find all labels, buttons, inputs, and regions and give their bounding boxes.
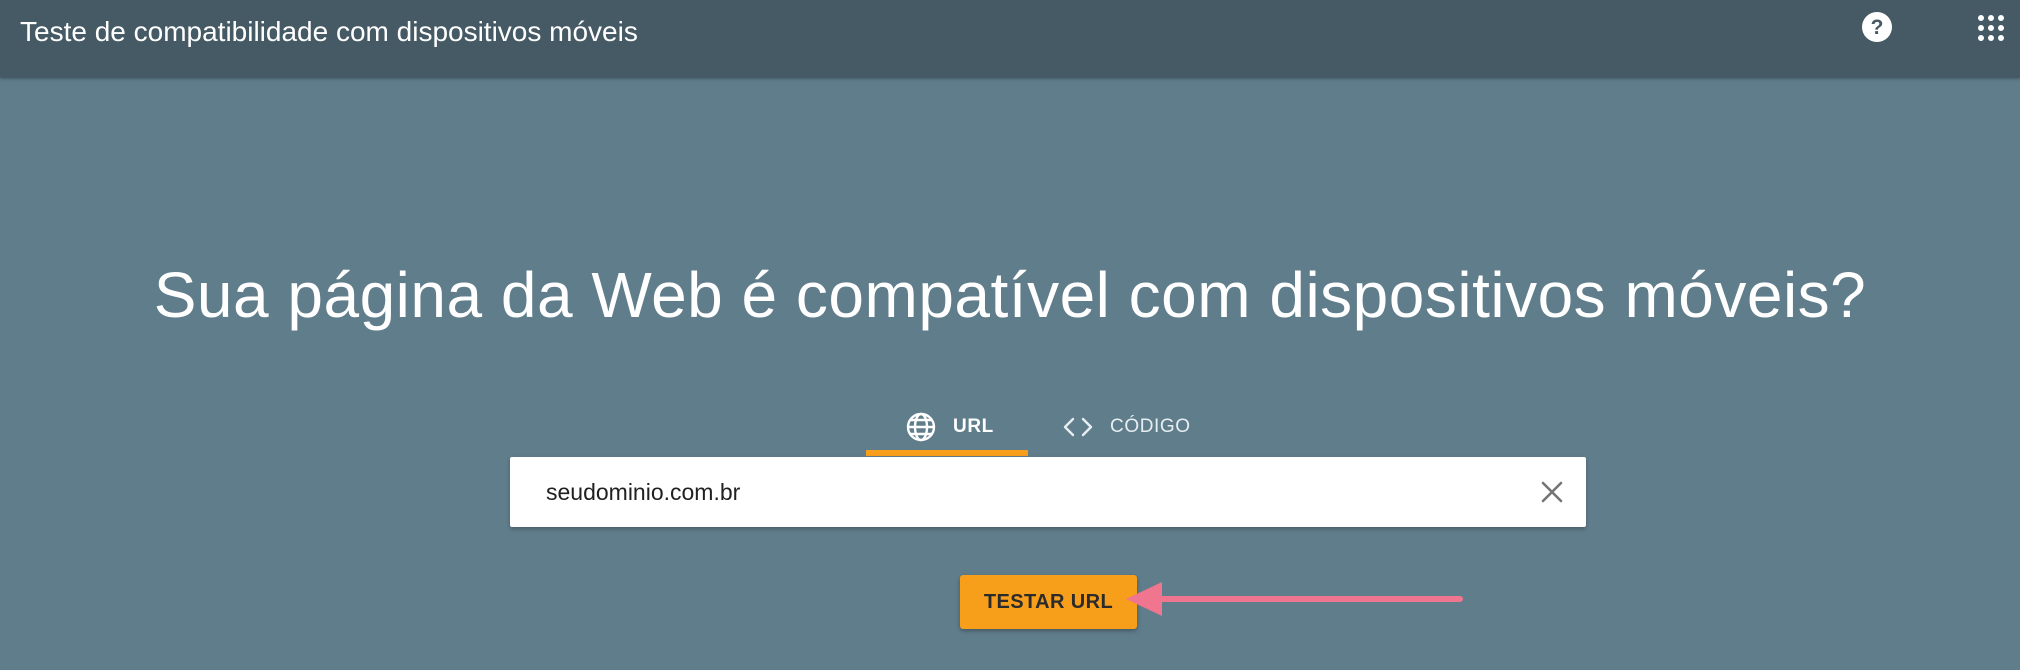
apps-button[interactable] [1977, 14, 2005, 42]
svg-text:?: ? [1871, 16, 1884, 39]
tab-code-label: CÓDIGO [1110, 416, 1191, 437]
tab-url[interactable]: URL [866, 398, 1028, 456]
tab-code-content: CÓDIGO [1062, 415, 1191, 439]
app-header: Teste de compatibilidade com dispositivo… [0, 0, 2020, 78]
url-input-container [510, 457, 1586, 527]
page-headline: Sua página da Web é compatível com dispo… [153, 259, 1867, 331]
tab-code[interactable]: CÓDIGO [1062, 398, 1222, 456]
close-icon [1541, 481, 1563, 503]
tab-url-label: URL [953, 416, 994, 437]
globe-icon [906, 412, 936, 442]
help-circle-icon: ? [1862, 12, 1892, 42]
code-brackets-icon [1063, 417, 1093, 437]
tab-url-content: URL [905, 411, 994, 443]
app-title: Teste de compatibilidade com dispositivo… [20, 16, 638, 47]
apps-grid-icon [1978, 15, 2004, 41]
help-button[interactable]: ? [1860, 10, 1894, 44]
selected-tab-indicator [866, 450, 1028, 456]
annotation-arrow [1126, 582, 1463, 616]
url-input[interactable] [546, 457, 1506, 527]
clear-input-button[interactable] [1536, 476, 1568, 508]
test-url-button[interactable]: TESTAR URL [960, 575, 1137, 629]
